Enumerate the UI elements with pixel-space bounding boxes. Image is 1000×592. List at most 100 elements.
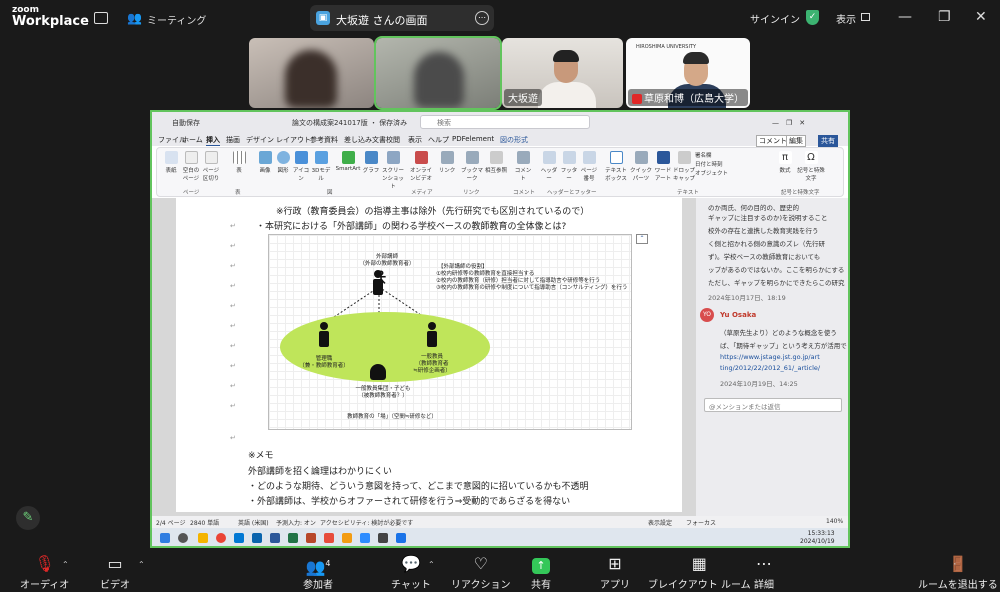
participants-button[interactable]: 👥4 参加者 [303,554,333,591]
chrome-icon[interactable] [216,533,226,543]
memo-line-2[interactable]: ・どのような期待、どういう意図を持って、どこまで意図的に招いているかも不透明 [248,479,589,492]
window-icon[interactable] [94,12,108,24]
menu-review[interactable]: 校閲 [386,135,400,145]
word-search-input[interactable]: 検索 [420,115,590,129]
outlook-icon[interactable] [252,533,262,543]
ribbon-symbols[interactable]: Ω 記号と特殊文字 [797,151,825,182]
ribbon-page-break[interactable]: ページ区切り [201,151,221,182]
search-icon[interactable] [178,533,188,543]
app-icon[interactable] [378,533,388,543]
ribbon-chart[interactable]: グラフ [361,151,381,174]
ribbon-datetime[interactable]: 日付と時刻 [695,161,728,170]
ribbon-signature[interactable]: 署名欄 [695,152,728,161]
app-icon[interactable] [324,533,334,543]
more-options-icon[interactable]: ⋯ [475,11,489,25]
apps-button[interactable]: ⊞ アプリ [600,554,630,591]
zoom-app-icon[interactable] [360,533,370,543]
powerpoint-icon[interactable] [306,533,316,543]
menu-pdfelement[interactable]: PDFelement [452,135,494,143]
ribbon-dropcap[interactable]: ドロップキャップ [673,151,695,182]
menu-draw[interactable]: 描画 [226,135,240,145]
close-icon[interactable]: ✕ [975,9,987,25]
annotate-pencil-icon[interactable]: ✎ [16,506,40,530]
meeting-label[interactable]: ミーティング [147,12,206,27]
status-page[interactable]: 2/4 ページ [156,518,185,527]
ribbon-quickparts[interactable]: クイックパーツ [629,151,653,182]
ribbon-icons[interactable]: アイコン [291,151,311,182]
app-icon[interactable] [396,533,406,543]
comment-2-link[interactable]: https://www.jstage.jst.go.jp/art [720,353,820,361]
status-input[interactable]: 予測入力: オン [276,518,316,527]
breakout-room-button[interactable]: ▦ ブレイクアウト ルーム [648,554,751,591]
excel-icon[interactable] [288,533,298,543]
ribbon-cover[interactable]: 表紙 [161,151,181,174]
ribbon-crossref[interactable]: 相互参照 [485,151,507,174]
status-display[interactable]: 表示設定 [648,518,672,527]
doc-line-1[interactable]: ※行政（教育委員会）の指導主事は除外（先行研究でも区別されているので） [276,204,589,217]
ribbon-link[interactable]: リンク [437,151,457,174]
menu-insert[interactable]: 挿入 [206,135,220,146]
menu-picture-format[interactable]: 図の形式 [500,135,528,145]
ribbon-smartart[interactable]: SmartArt [335,151,361,172]
participant-tile-2[interactable] [374,36,502,110]
taskbar-clock[interactable]: 15:33:13 2024/10/19 [800,530,835,546]
chat-button[interactable]: 💬 チャット [391,554,431,591]
view-grid-icon[interactable] [861,13,870,21]
comment-button[interactable]: コメント [756,135,790,147]
window-controls-icon[interactable]: — ❐ ✕ [772,118,805,128]
edge-icon[interactable] [234,533,244,543]
windows-start-icon[interactable] [160,533,170,543]
ribbon-picture[interactable]: 画像 [255,151,275,174]
participant-tile-3[interactable]: 大坂遊 [502,38,623,108]
status-lang[interactable]: 英語 (米国) [238,518,269,527]
ribbon-header[interactable]: ヘッダー [539,151,559,182]
more-button[interactable]: ⋯ 詳細 [754,554,774,591]
ribbon-wordart[interactable]: ワードアート [653,151,673,182]
memo-line-1[interactable]: 外部講師を招く論理はわかりにくい [248,464,392,477]
video-button[interactable]: ▭ ビデオ [100,554,130,591]
share-button[interactable]: ↑ 共有 [531,554,551,591]
chevron-up-icon[interactable]: ⌃ [62,560,69,569]
menu-mailings[interactable]: 差し込み文書 [344,135,386,145]
ribbon-screenshot[interactable]: スクリーンショット [381,151,405,190]
explorer-icon[interactable] [198,533,208,543]
editing-button[interactable]: 編集 [786,135,806,147]
shared-screen[interactable]: 自動保存 論文の構成案241017版 ・ 保存済み — ❐ ✕ 検索 ファイル … [150,110,850,548]
ribbon-bookmark[interactable]: ブックマーク [459,151,485,182]
ribbon-table[interactable]: 表 [229,151,249,174]
participant-tile-1[interactable] [249,38,374,108]
ribbon-blank-page[interactable]: 空白のページ [181,151,201,182]
word-icon[interactable] [270,533,280,543]
menu-layout[interactable]: レイアウト [276,135,311,145]
ribbon-page-number[interactable]: ページ番号 [579,151,599,182]
menu-view[interactable]: 表示 [408,135,422,145]
layout-options-icon[interactable]: ⌃ [636,234,648,244]
ribbon-textbox[interactable]: テキストボックス [603,151,629,182]
status-accessibility[interactable]: アクセシビリティ: 検討が必要です [320,518,413,527]
participant-tile-4[interactable]: HIROSHIMA UNIVERSITY 草原和博（広島大学） [626,38,750,108]
chevron-up-icon[interactable]: ⌃ [428,560,435,569]
leave-room-button[interactable]: 🚪 ルームを退出する [918,554,998,591]
ribbon-comment[interactable]: コメント [513,151,533,182]
ribbon-shapes[interactable]: 図形 [273,151,293,174]
reply-input[interactable]: @メンションまたは返信 [704,398,842,412]
menu-design[interactable]: デザイン [246,135,274,145]
menu-references[interactable]: 参考資料 [310,135,338,145]
ribbon-object[interactable]: オブジェクト [695,170,728,179]
chevron-up-icon[interactable]: ⌃ [138,560,145,569]
ribbon-equation[interactable]: π 数式 [775,151,795,174]
ribbon-online-video[interactable]: オンラインビデオ [409,151,433,182]
share-doc-button[interactable]: 共有 [818,135,838,147]
doc-line-2[interactable]: ・本研究における「外部講師」の関わる学校ベースの教師教育の全体像とは? [256,219,566,232]
restore-icon[interactable]: ❐ [938,9,951,25]
app-icon[interactable] [342,533,352,543]
status-focus[interactable]: フォーカス [686,518,716,527]
signin-button[interactable]: サインイン [750,11,800,26]
ribbon-3d[interactable]: 3Dモデル [311,151,331,182]
memo-line-3[interactable]: ・外部講師は、学校からオファーされて研修を行う⇒受動的であらざるを得ない [248,494,570,507]
autosave-label[interactable]: 自動保存 [172,118,200,128]
status-zoom[interactable]: 140% [826,518,843,525]
security-shield-icon[interactable]: ✓ [806,10,819,25]
view-button[interactable]: 表示 [836,11,856,26]
menu-help[interactable]: ヘルプ [428,135,449,145]
